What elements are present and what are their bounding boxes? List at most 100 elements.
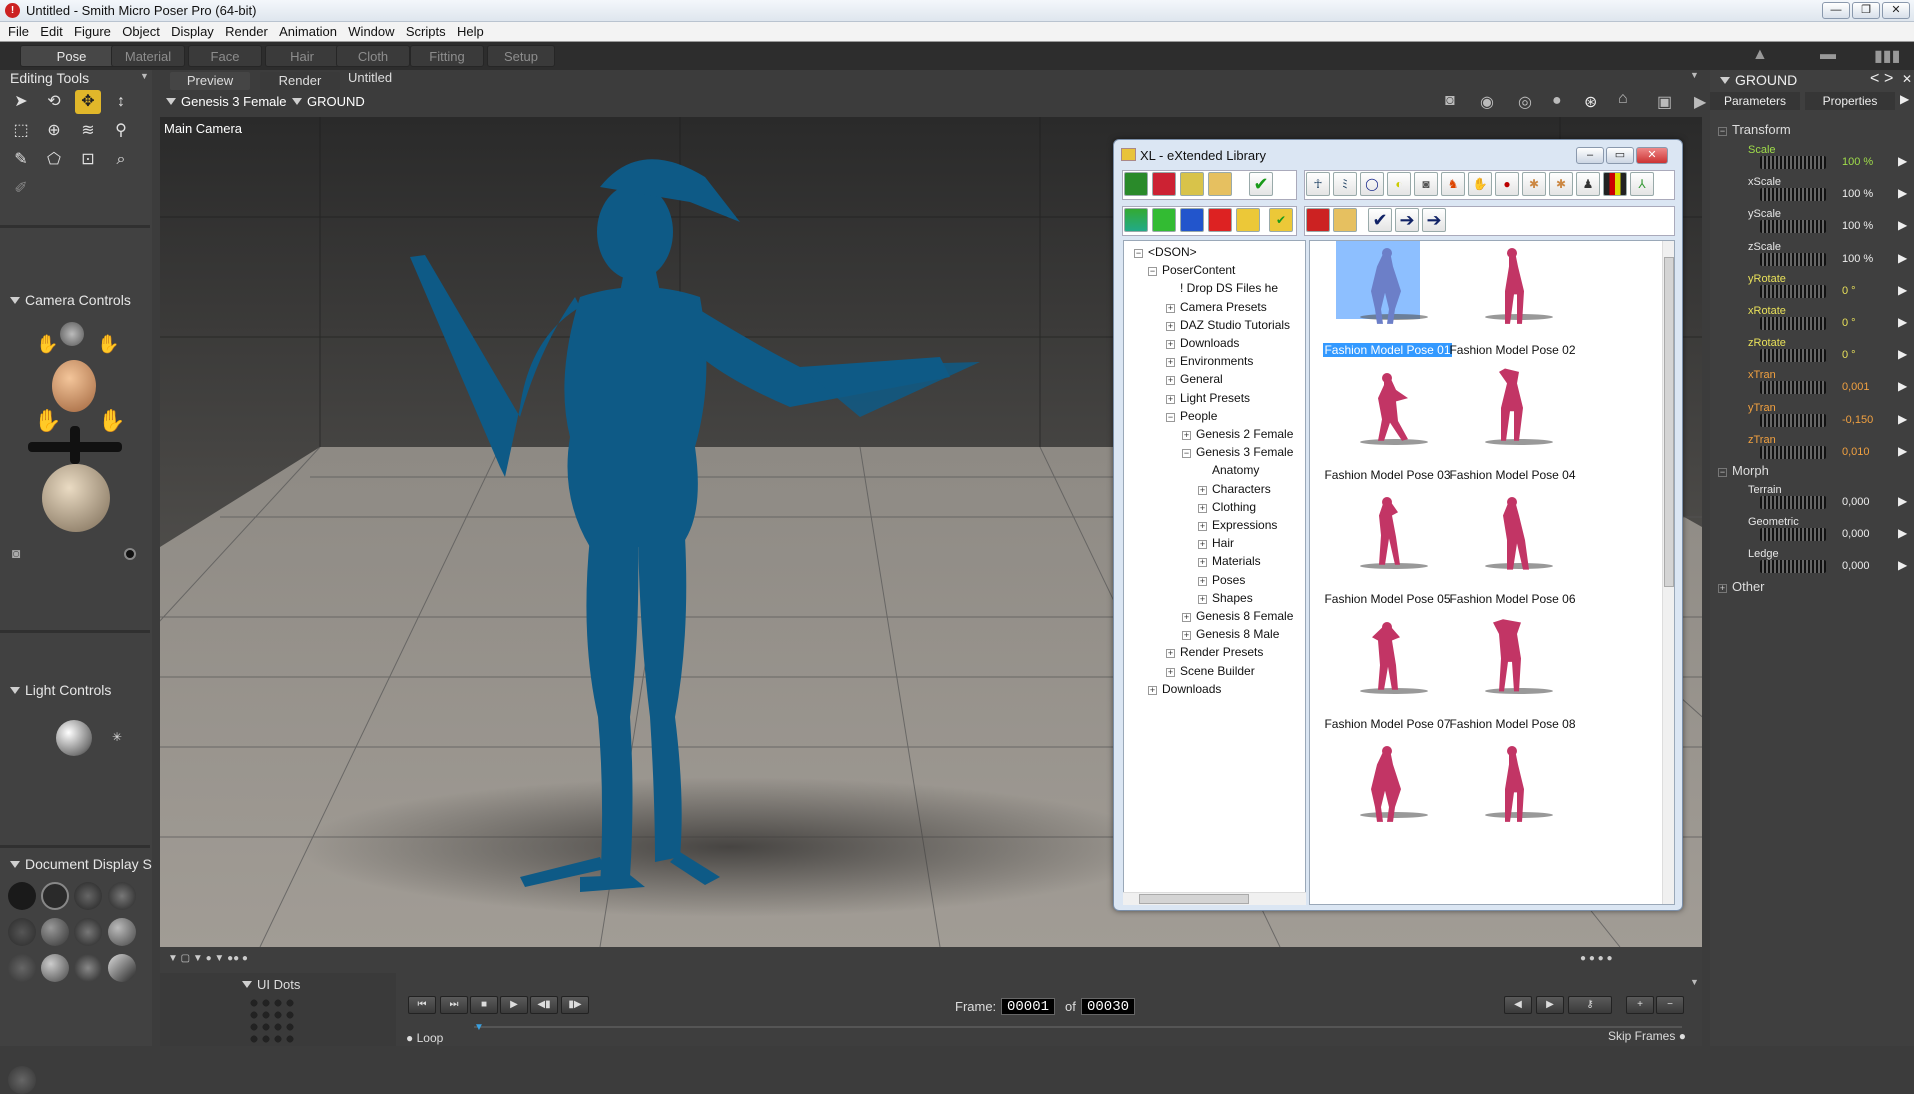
tree-node[interactable]: + Hair xyxy=(1198,536,1234,550)
tree-node[interactable]: + Scene Builder xyxy=(1166,664,1255,678)
param-value[interactable]: 100 % xyxy=(1842,188,1873,200)
expand-icon[interactable]: + xyxy=(1198,540,1207,550)
param-menu-icon[interactable]: ▶ xyxy=(1898,412,1907,426)
translate-in-out-icon[interactable]: ↕ xyxy=(108,90,134,114)
param-value[interactable]: 0 ° xyxy=(1842,285,1856,297)
current-frame-input[interactable]: 00001 xyxy=(1001,998,1055,1015)
light-sun-icon[interactable]: ✳ xyxy=(112,730,122,744)
room-tab-pose[interactable]: Pose xyxy=(20,45,123,67)
param-dial-control[interactable] xyxy=(1760,413,1826,427)
xl-tree-scroll-thumb[interactable] xyxy=(1139,894,1249,904)
param-value[interactable]: 0,000 xyxy=(1842,528,1870,540)
viewport-dots-icon[interactable]: ● ● ● ● xyxy=(1580,953,1613,964)
loop-toggle[interactable]: ● Loop xyxy=(406,1031,443,1045)
tree-node[interactable]: + Camera Presets xyxy=(1166,300,1267,314)
tree-node[interactable]: + Downloads xyxy=(1166,336,1239,350)
xl-check-icon[interactable]: ✔ xyxy=(1249,172,1273,196)
scale-tool-icon[interactable]: ⬚ xyxy=(8,119,34,143)
photo-icon[interactable]: ▣ xyxy=(1657,92,1672,112)
xl-person-folder-icon[interactable] xyxy=(1333,208,1357,232)
twist-tool-icon[interactable]: ⊕ xyxy=(41,119,67,143)
grouping-tool-icon[interactable]: ⬠ xyxy=(41,148,67,172)
param-dial[interactable]: xRotate 0 ° ▶ xyxy=(1738,305,1908,335)
menu-animation[interactable]: Animation xyxy=(271,22,337,39)
xl-grid-scrollbar[interactable] xyxy=(1662,241,1674,904)
prev-actor-icon[interactable]: < xyxy=(1870,70,1879,88)
lens-icon[interactable]: ● xyxy=(1552,92,1562,110)
group-morph[interactable]: − Morph xyxy=(1718,463,1769,478)
display-wireframe-icon[interactable] xyxy=(74,882,102,910)
param-value[interactable]: 100 % xyxy=(1842,156,1873,168)
xl-content-grid[interactable]: Fashion Model Pose 01 Fashion Model Pose … xyxy=(1309,240,1675,905)
display-cartoon-icon[interactable] xyxy=(108,918,136,946)
expand-icon[interactable]: + xyxy=(1198,503,1207,513)
rotate-tool-icon[interactable]: ⟲ xyxy=(41,90,67,114)
display-texture-shaded-icon[interactable] xyxy=(108,954,136,982)
display-hidden-line-icon[interactable] xyxy=(108,882,136,910)
tree-node[interactable]: + Genesis 2 Female xyxy=(1182,427,1293,441)
room-tab-cloth[interactable]: Cloth xyxy=(336,45,410,67)
tab-properties[interactable]: Properties xyxy=(1805,92,1895,110)
pose-thumbnail[interactable]: Fashion Model Pose 01 xyxy=(1320,241,1455,381)
tab-render[interactable]: Render xyxy=(260,72,340,90)
menu-edit[interactable]: Edit xyxy=(32,22,62,39)
param-menu-icon[interactable]: ▶ xyxy=(1898,526,1907,540)
xl-folder-blue-icon[interactable] xyxy=(1180,208,1204,232)
go-to-start-button[interactable]: ⏮ xyxy=(408,996,436,1014)
tree-node[interactable]: + Materials xyxy=(1198,554,1261,568)
xl-tree-hscrollbar[interactable] xyxy=(1123,892,1306,905)
xl-hair-icon[interactable]: ﾐ xyxy=(1333,172,1357,196)
display-flat-shaded-icon[interactable] xyxy=(41,918,69,946)
xl-minimize-button[interactable]: – xyxy=(1576,147,1604,164)
timeline-scrubber[interactable] xyxy=(474,1026,1682,1028)
face-camera-icon[interactable] xyxy=(52,360,96,412)
group-transform[interactable]: − Transform xyxy=(1718,122,1791,137)
skip-frames-toggle[interactable]: Skip Frames ● xyxy=(1608,1029,1686,1043)
room-tab-face[interactable]: Face xyxy=(188,45,262,67)
xl-light-icon[interactable]: ◐ xyxy=(1387,172,1411,196)
param-dial[interactable]: Terrain 0,000 ▶ xyxy=(1738,484,1908,514)
param-menu-icon[interactable]: ▶ xyxy=(1898,315,1907,329)
xl-folder-yellow-icon[interactable] xyxy=(1236,208,1260,232)
tree-node[interactable]: + Characters xyxy=(1198,482,1271,496)
param-dial[interactable]: yRotate 0 ° ▶ xyxy=(1738,273,1908,303)
xl-add-icon[interactable] xyxy=(1124,172,1148,196)
xl-figure-icon[interactable]: ☥ xyxy=(1306,172,1330,196)
expand-icon[interactable]: + xyxy=(1198,576,1207,586)
viewport-menu-icon[interactable]: ▼ xyxy=(1690,70,1699,80)
collapse-icon[interactable]: − xyxy=(1166,412,1175,422)
expand-icon[interactable]: + xyxy=(1166,394,1175,404)
xl-script-icon[interactable]: ⅄ xyxy=(1630,172,1654,196)
param-dial-control[interactable] xyxy=(1760,252,1826,266)
xl-blue-check-icon[interactable]: ✔ xyxy=(1368,208,1392,232)
xl-close-button[interactable]: ✕ xyxy=(1636,147,1668,164)
next-frame-button[interactable]: ▮▶ xyxy=(561,996,589,1014)
pose-thumbnail[interactable]: Fashion Model Pose 03 xyxy=(1320,366,1455,506)
tab-parameters[interactable]: Parameters xyxy=(1710,92,1800,110)
display-smooth-lined-icon[interactable] xyxy=(74,954,102,982)
param-dial-control[interactable] xyxy=(1760,156,1826,169)
xl-folder-red-icon[interactable] xyxy=(1208,208,1232,232)
expand-icon[interactable]: + xyxy=(1182,631,1191,641)
collapse-icon[interactable]: − xyxy=(1134,249,1143,258)
expand-icon[interactable]: + xyxy=(1166,340,1175,349)
pose-thumbnail[interactable]: Fashion Model Pose 08 xyxy=(1445,615,1580,755)
param-dial[interactable]: yScale 100 % ▶ xyxy=(1738,208,1908,238)
display-preview-icon[interactable] xyxy=(8,1066,36,1094)
display-silhouette-icon[interactable] xyxy=(8,882,36,910)
chain-break-icon[interactable]: ⚲ xyxy=(108,119,134,143)
param-dial[interactable]: zRotate 0 ° ▶ xyxy=(1738,337,1908,367)
expand-icon[interactable]: + xyxy=(1166,649,1175,659)
actor-name[interactable]: GROUND xyxy=(1720,72,1797,88)
expand-icon[interactable]: + xyxy=(1166,321,1175,331)
xl-props-icon[interactable]: ◯ xyxy=(1360,172,1384,196)
tree-node[interactable]: + Shapes xyxy=(1198,591,1253,605)
translate-tool-icon[interactable]: ✥ xyxy=(75,90,101,114)
viewport-options-icon[interactable]: ▼ ▢ ▼ ● ▼ ●● ● xyxy=(168,953,248,964)
tab-preview[interactable]: Preview xyxy=(170,72,250,90)
xl-delete-folder-icon[interactable] xyxy=(1306,208,1330,232)
expand-icon[interactable]: + xyxy=(1166,376,1175,386)
color-tool-icon[interactable]: ✎ xyxy=(8,148,34,172)
pose-thumbnail[interactable]: Fashion Model Pose 02 xyxy=(1445,241,1580,381)
xl-pose-icon[interactable]: ♞ xyxy=(1441,172,1465,196)
